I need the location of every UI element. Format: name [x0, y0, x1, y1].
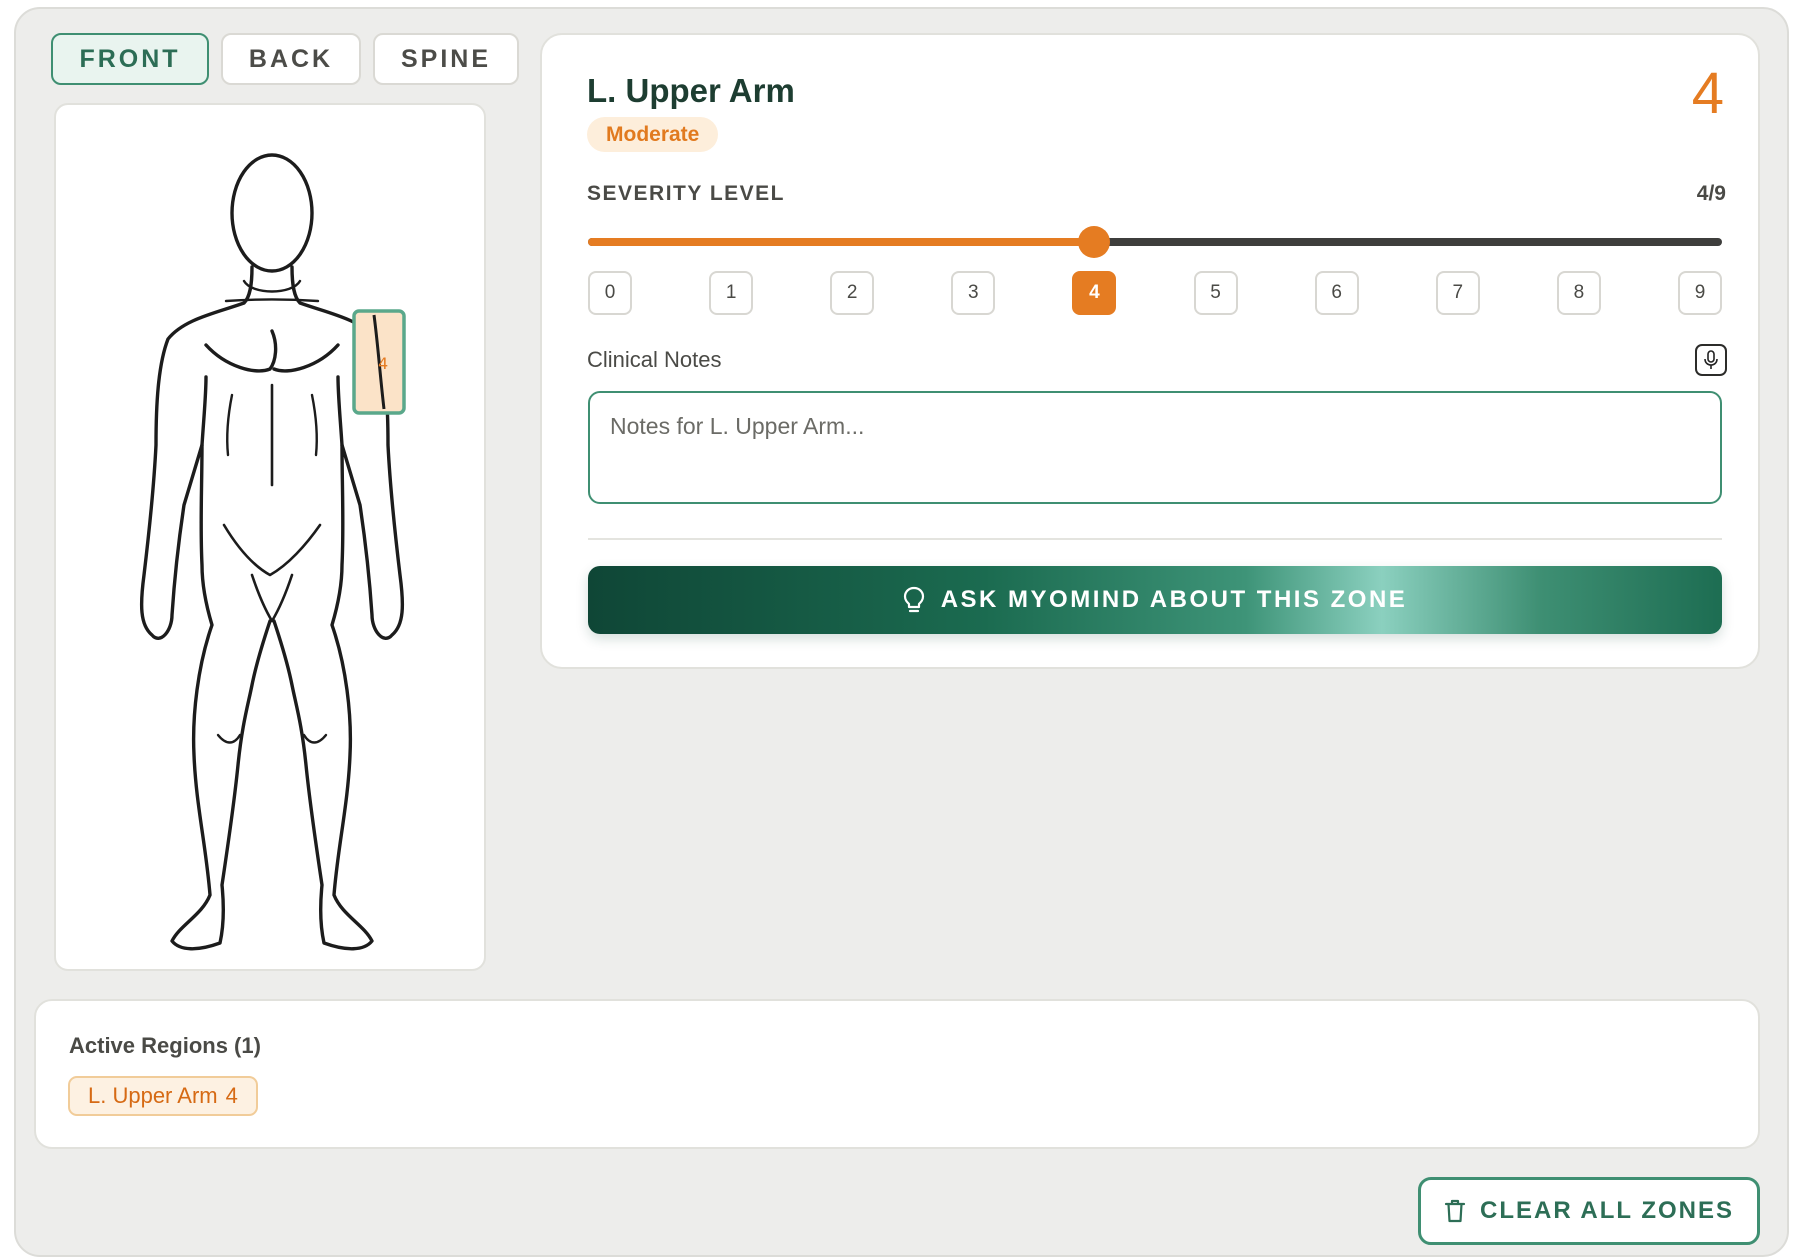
ask-myomind-button[interactable]: ASK MYOMIND ABOUT THIS ZONE	[588, 566, 1722, 634]
severity-level-1[interactable]: 1	[709, 271, 754, 315]
severity-fraction: 4/9	[1696, 182, 1726, 205]
clear-all-zones-button[interactable]: CLEAR ALL ZONES	[1418, 1177, 1760, 1245]
slider-fill	[588, 238, 1095, 246]
severity-level-5[interactable]: 5	[1193, 271, 1238, 315]
tab-front[interactable]: FRONT	[51, 33, 209, 85]
head-outline	[230, 153, 314, 273]
region-chip-left-upper-arm[interactable]: L. Upper Arm 4	[68, 1076, 258, 1116]
zone-detail-panel: L. Upper Arm Moderate 4 SEVERITY LEVEL 4…	[540, 33, 1760, 669]
body-front-diagram[interactable]: 4	[56, 105, 488, 973]
tab-spine[interactable]: SPINE	[373, 33, 519, 85]
severity-badge: Moderate	[587, 117, 719, 152]
region-chip-name: L. Upper Arm	[88, 1083, 218, 1108]
zone-title: L. Upper Arm	[587, 72, 795, 109]
severity-label: SEVERITY LEVEL	[587, 182, 785, 205]
trash-icon	[1444, 1199, 1466, 1223]
divider	[588, 538, 1722, 540]
severity-level-buttons: 0 1 2 3 4 5 6 7 8 9	[588, 271, 1722, 315]
region-chip-score: 4	[225, 1083, 238, 1108]
severity-level-6[interactable]: 6	[1314, 271, 1359, 315]
severity-slider[interactable]	[588, 226, 1722, 258]
severity-level-2[interactable]: 2	[830, 271, 875, 315]
active-regions-panel: Active Regions (1) L. Upper Arm 4	[34, 999, 1760, 1149]
dictate-button[interactable]	[1695, 344, 1727, 376]
lightbulb-icon	[903, 586, 924, 613]
severity-level-9[interactable]: 9	[1678, 271, 1722, 315]
zone-score-marker: 4	[378, 354, 388, 373]
tab-back[interactable]: BACK	[221, 33, 361, 85]
severity-level-8[interactable]: 8	[1556, 271, 1601, 315]
microphone-icon	[1704, 350, 1718, 369]
body-map-panel: 4	[54, 103, 486, 971]
slider-thumb[interactable]	[1078, 226, 1111, 258]
severity-level-0[interactable]: 0	[588, 271, 632, 315]
severity-level-3[interactable]: 3	[951, 271, 996, 315]
severity-score: 4	[1691, 61, 1724, 126]
severity-level-4[interactable]: 4	[1072, 271, 1117, 315]
clear-button-label: CLEAR ALL ZONES	[1479, 1197, 1734, 1224]
clinical-notes-input[interactable]	[588, 391, 1722, 504]
ask-button-label: ASK MYOMIND ABOUT THIS ZONE	[940, 586, 1408, 613]
active-regions-title: Active Regions (1)	[69, 1033, 261, 1058]
severity-level-7[interactable]: 7	[1435, 271, 1480, 315]
notes-label: Clinical Notes	[587, 347, 722, 372]
